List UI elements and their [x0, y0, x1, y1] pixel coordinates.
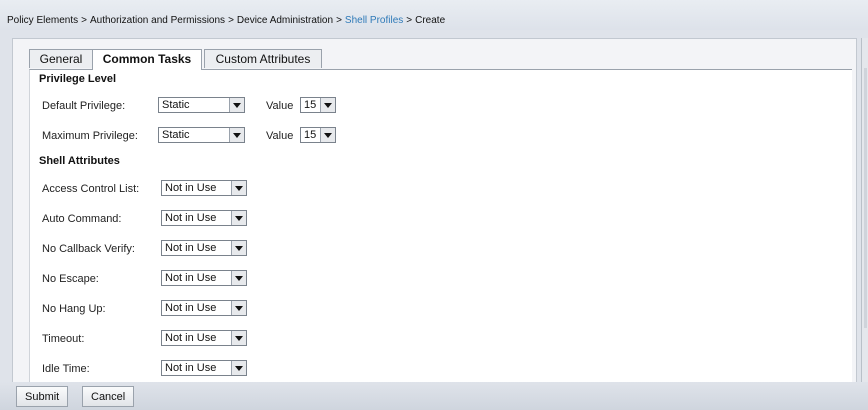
- breadcrumb-item-authorization[interactable]: Authorization and Permissions: [90, 15, 225, 26]
- action-bar: Submit Cancel: [0, 382, 868, 410]
- tab-custom-attributes[interactable]: Custom Attributes: [204, 49, 322, 68]
- shell-attr-value: Not in Use: [165, 212, 217, 224]
- shell-attr-label: Idle Time:: [42, 363, 90, 375]
- default-privilege-select[interactable]: Static: [158, 97, 245, 113]
- maximum-value-select[interactable]: 15: [300, 127, 336, 143]
- chevron-down-icon: [231, 331, 246, 345]
- shell-attr-label: Access Control List:: [42, 183, 140, 195]
- auto-command-select[interactable]: Not in Use: [161, 210, 247, 226]
- breadcrumb: Policy Elements > Authorization and Permis…: [7, 15, 445, 26]
- chevron-down-icon: [231, 181, 246, 195]
- breadcrumb-bar: Policy Elements > Authorization and Permis…: [0, 0, 868, 30]
- chevron-down-icon: [231, 361, 246, 375]
- breadcrumb-item-shell-profiles[interactable]: Shell Profiles: [345, 15, 403, 26]
- breadcrumb-item-create: Create: [415, 15, 446, 26]
- default-value-selected: 15: [304, 99, 317, 111]
- breadcrumb-separator: >: [336, 15, 342, 26]
- shell-attr-value: Not in Use: [165, 302, 217, 314]
- no-hang-up-select[interactable]: Not in Use: [161, 300, 247, 316]
- shell-attr-value: Not in Use: [165, 362, 217, 374]
- chevron-down-icon: [231, 301, 246, 315]
- breadcrumb-separator: >: [406, 15, 413, 26]
- shell-attr-value: Not in Use: [165, 242, 217, 254]
- breadcrumb-separator: >: [228, 15, 234, 26]
- chevron-down-icon: [231, 271, 246, 285]
- maximum-value-label: Value: [266, 130, 294, 142]
- no-callback-verify-select[interactable]: Not in Use: [161, 240, 247, 256]
- shell-attr-value: Not in Use: [165, 182, 217, 194]
- maximum-privilege-label: Maximum Privilege:: [42, 130, 138, 142]
- submit-button[interactable]: Submit: [16, 386, 69, 407]
- shell-attr-label: Auto Command:: [42, 213, 122, 225]
- chevron-down-icon: [229, 98, 244, 112]
- shell-attr-label: No Callback Verify:: [42, 243, 135, 255]
- chevron-down-icon: [320, 128, 335, 142]
- shell-attr-value: Not in Use: [165, 332, 217, 344]
- breadcrumb-separator: >: [81, 15, 87, 26]
- default-value-select[interactable]: 15: [300, 97, 336, 113]
- access-control-list-select[interactable]: Not in Use: [161, 180, 247, 196]
- chevron-down-icon: [320, 98, 335, 112]
- shell-attributes-title: Shell Attributes: [39, 155, 120, 167]
- shell-attr-label: No Hang Up:: [42, 303, 106, 315]
- maximum-value-selected: 15: [304, 129, 317, 141]
- scrollbar-track[interactable]: [864, 68, 867, 328]
- default-privilege-value: Static: [162, 99, 190, 111]
- shell-attr-label: No Escape:: [42, 273, 99, 285]
- privilege-level-title: Privilege Level: [39, 73, 117, 85]
- timeout-select[interactable]: Not in Use: [161, 330, 247, 346]
- maximum-privilege-value: Static: [162, 129, 190, 141]
- breadcrumb-item-policy-elements[interactable]: Policy Elements: [7, 15, 78, 26]
- default-value-label: Value: [266, 100, 294, 112]
- right-scroll-edge[interactable]: [861, 38, 868, 382]
- no-escape-select[interactable]: Not in Use: [161, 270, 247, 286]
- chevron-down-icon: [231, 241, 246, 255]
- breadcrumb-item-device-administration[interactable]: Device Administration: [237, 15, 333, 26]
- maximum-privilege-select[interactable]: Static: [158, 127, 245, 143]
- idle-time-select[interactable]: Not in Use: [161, 360, 247, 376]
- chevron-down-icon: [231, 211, 246, 225]
- shell-attr-value: Not in Use: [165, 272, 217, 284]
- tab-general[interactable]: General: [29, 49, 93, 68]
- default-privilege-label: Default Privilege:: [42, 100, 126, 112]
- cancel-button[interactable]: Cancel: [82, 386, 135, 407]
- tab-common-tasks[interactable]: Common Tasks: [92, 49, 202, 70]
- tab-content: Privilege Level Default Privilege: Stati…: [29, 69, 852, 383]
- chevron-down-icon: [229, 128, 244, 142]
- shell-attr-label: Timeout:: [42, 333, 85, 345]
